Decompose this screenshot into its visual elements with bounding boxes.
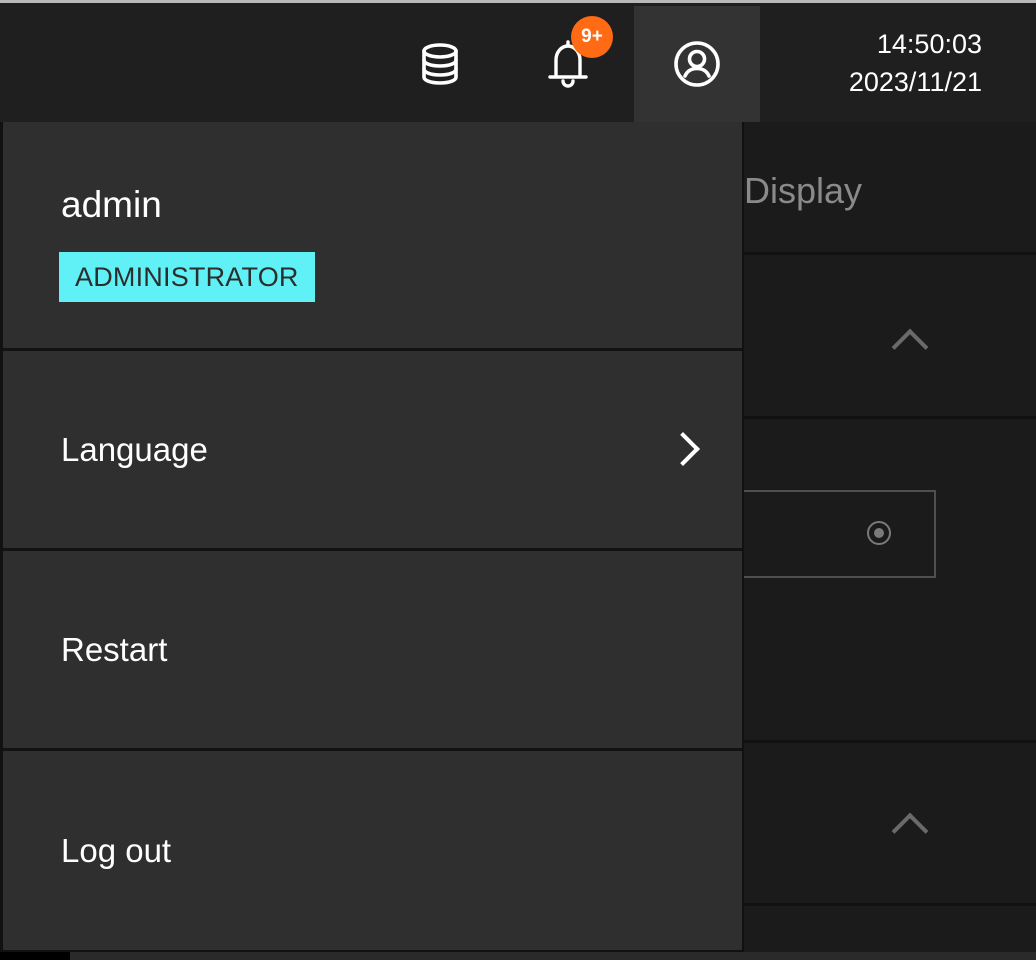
user-menu-button[interactable] bbox=[634, 6, 760, 122]
user-dropdown-menu: admin ADMINISTRATOR Language Restart Log… bbox=[0, 122, 744, 952]
username: admin bbox=[61, 184, 162, 225]
menu-item-language[interactable]: Language bbox=[3, 351, 742, 551]
database-button[interactable] bbox=[380, 6, 500, 122]
menu-item-restart[interactable]: Restart bbox=[3, 551, 742, 751]
divider bbox=[744, 740, 1036, 743]
top-bar: 9+ 14:50:03 2023/11/21 bbox=[0, 0, 1036, 122]
user-info-header: admin ADMINISTRATOR bbox=[3, 122, 742, 351]
divider bbox=[744, 252, 1036, 255]
display-option[interactable] bbox=[742, 490, 936, 578]
clock-time: 14:50:03 bbox=[876, 29, 982, 59]
chevron-right-icon bbox=[666, 432, 700, 466]
system-clock: 14:50:03 2023/11/21 bbox=[849, 25, 982, 101]
clock-date: 2023/11/21 bbox=[848, 67, 982, 97]
role-badge: ADMINISTRATOR bbox=[59, 252, 315, 302]
menu-item-logout[interactable]: Log out bbox=[3, 751, 742, 950]
menu-item-label: Log out bbox=[61, 831, 172, 869]
divider bbox=[744, 903, 1036, 906]
display-section-label: Display bbox=[744, 170, 863, 211]
database-icon bbox=[422, 43, 458, 85]
menu-item-label: Restart bbox=[61, 630, 168, 668]
notifications-button[interactable] bbox=[508, 6, 628, 122]
menu-item-label: Language bbox=[61, 430, 208, 468]
divider bbox=[744, 416, 1036, 419]
notification-count-badge: 9+ bbox=[571, 16, 613, 58]
user-circle-icon bbox=[674, 41, 720, 87]
bottom-edge bbox=[0, 952, 70, 960]
radio-button[interactable] bbox=[867, 521, 891, 545]
bottom-strip bbox=[70, 952, 1036, 960]
